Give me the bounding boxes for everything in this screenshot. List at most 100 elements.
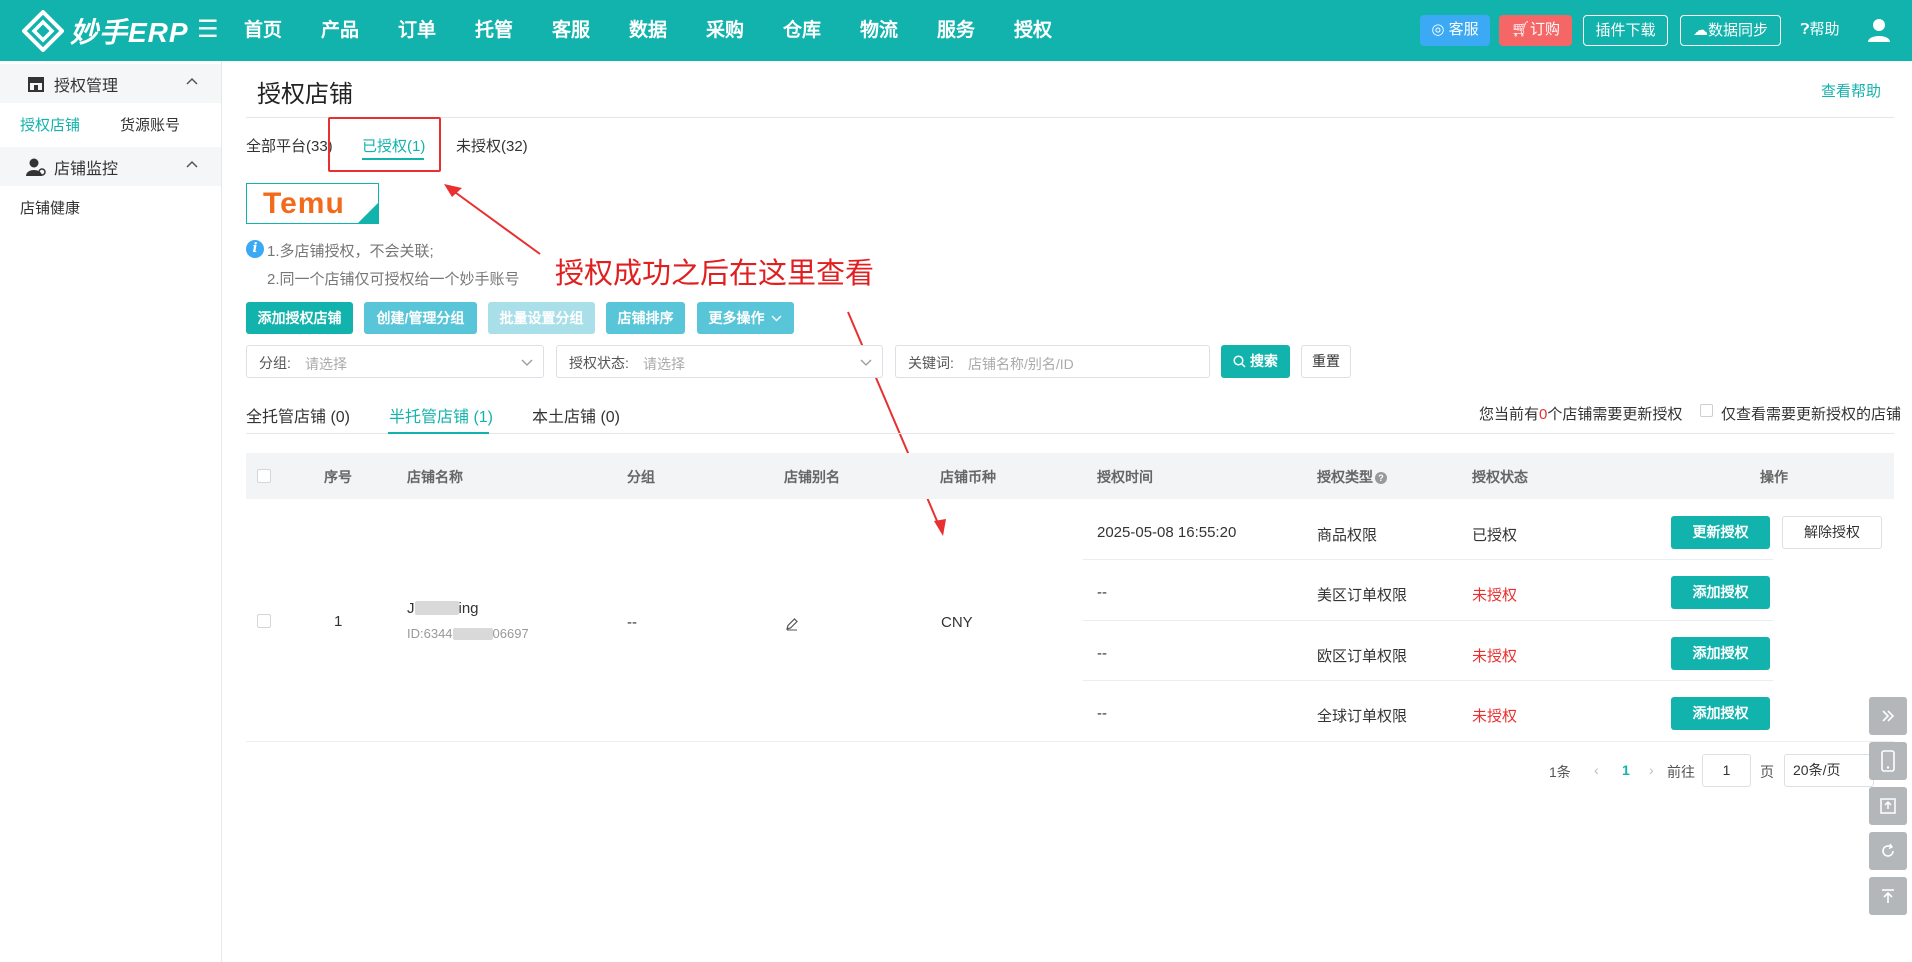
page-size-value: 20条/页 [1793,762,1841,778]
sidebar-item-store-health[interactable]: 店铺健康 [20,197,80,218]
only-update-checkbox[interactable] [1700,404,1713,417]
prev-page-icon[interactable]: ‹ [1594,762,1599,778]
nav-orders[interactable]: 订单 [398,0,475,61]
sidebar-item-supply-accounts[interactable]: 货源账号 [120,114,180,135]
store-name[interactable]: Jing [407,600,479,617]
store-name-start: J [407,600,415,617]
auth-type: 商品权限 [1317,527,1378,544]
tab-full-hosting[interactable]: 全托管店铺 (0) [246,403,350,427]
keyword-filter-label: 关键词: [908,355,954,371]
header-alias: 店铺别名 [784,469,840,485]
cloud-icon: ☁ [1692,22,1708,39]
group-select[interactable]: 分组: 请选择 [246,345,544,378]
page-number-current[interactable]: 1 [1622,762,1630,778]
nav-warehouse[interactable]: 仓库 [783,0,860,61]
auth-status: 未授权 [1472,587,1518,604]
tab-unauthorized[interactable]: 未授权(32) [456,135,528,156]
menu-toggle-icon[interactable]: ☰ [197,16,219,44]
row-divider [246,741,1894,742]
only-update-label[interactable]: 仅查看需要更新授权的店铺 [1721,403,1901,424]
auth-status: 未授权 [1472,648,1518,665]
nav-logistics[interactable]: 物流 [860,0,937,61]
question-icon[interactable]: ? [1375,472,1387,484]
double-chevron-right-icon [1882,710,1895,722]
pagination-total: 1条 [1549,764,1571,780]
nav-authorization[interactable]: 授权 [1014,0,1091,61]
nav-data[interactable]: 数据 [629,0,706,61]
keyword-field[interactable]: 关键词: 店铺名称/别名/ID [895,345,1210,378]
back-to-top-button[interactable] [1869,877,1907,915]
sidebar-group-label: 授权管理 [54,77,119,95]
mobile-button[interactable] [1869,742,1907,780]
header-auth-time: 授权时间 [1097,469,1153,485]
sidebar-group-auth-management[interactable]: 授权管理 [0,64,221,103]
plugin-download-button[interactable]: 插件下载 [1583,15,1668,46]
sidebar-item-authorized-stores[interactable]: 授权店铺 [20,114,80,135]
arrowhead-tab-icon [444,184,462,197]
goto-page-input[interactable]: 1 [1702,754,1751,787]
nav-purchase[interactable]: 采购 [706,0,783,61]
auth-time: 2025-05-08 16:55:20 [1097,524,1237,541]
row-index: 1 [334,613,343,630]
logo-icon [22,10,64,52]
add-authorized-store-button[interactable]: 添加授权店铺 [246,302,353,334]
add-auth-button[interactable]: 添加授权 [1671,576,1770,609]
search-button[interactable]: 搜索 [1221,345,1290,378]
edit-alias-icon[interactable] [785,617,799,631]
logo[interactable]: 妙手ERP [22,10,189,52]
nav-hosting[interactable]: 托管 [475,0,552,61]
arrowhead-table-icon [934,519,946,536]
add-auth-button[interactable]: 添加授权 [1671,697,1770,730]
tab-semi-hosting[interactable]: 半托管店铺 (1) [389,403,493,427]
highlight-box [328,117,441,172]
tab-all-platforms[interactable]: 全部平台(33) [246,135,333,156]
manage-groups-button[interactable]: 创建/管理分组 [364,302,477,334]
nav-services[interactable]: 服务 [937,0,1014,61]
next-page-icon[interactable]: › [1649,762,1654,778]
more-actions-label: 更多操作 [708,310,765,326]
sidebar: 授权管理 授权店铺 货源账号 店铺监控 店铺健康 [0,61,222,962]
nav-products[interactable]: 产品 [321,0,398,61]
row-checkbox[interactable] [257,614,271,628]
update-auth-button[interactable]: 更新授权 [1671,516,1770,549]
header-auth-type-label: 授权类型 [1317,469,1373,485]
data-sync-button[interactable]: ☁数据同步 [1680,15,1781,46]
store-name-end: ing [458,600,479,617]
platform-badge-temu[interactable]: Temu [246,183,379,224]
store-sort-button[interactable]: 店铺排序 [606,302,685,334]
store-group: -- [627,614,637,631]
select-all-checkbox[interactable] [257,469,271,483]
view-help-link[interactable]: 查看帮助 [1821,80,1881,101]
store-id: ID:6344 06697 [407,626,529,641]
auth-time: -- [1097,645,1107,662]
collapse-panel-button[interactable] [1869,697,1907,735]
status-placeholder: 请选择 [643,356,685,372]
header-group: 分组 [627,469,655,485]
sidebar-group-store-monitor[interactable]: 店铺监控 [0,147,221,186]
annotation-text: 授权成功之后在这里查看 [555,258,875,290]
table-header: 序号 店铺名称 分组 店铺别名 店铺币种 授权时间 授权类型? 授权状态 操作 [246,453,1894,499]
store-id-end: 06697 [492,626,529,641]
nav-home[interactable]: 首页 [244,0,321,61]
help-button[interactable]: ❓︎帮助 [1792,15,1848,46]
page-size-select[interactable]: 20条/页 [1784,754,1874,787]
user-monitor-icon [26,158,46,176]
reset-button[interactable]: 重置 [1301,345,1351,378]
add-auth-button[interactable]: 添加授权 [1671,637,1770,670]
tab-local-store[interactable]: 本土店铺 (0) [532,403,620,427]
feedback-button[interactable] [1869,787,1907,825]
nav-service[interactable]: 客服 [552,0,629,61]
revoke-auth-button[interactable]: 解除授权 [1782,516,1882,549]
auth-status-select[interactable]: 授权状态: 请选择 [556,345,883,378]
refresh-button[interactable] [1869,832,1907,870]
batch-group-button[interactable]: 批量设置分组 [488,302,595,334]
mobile-phone-icon [1881,750,1895,772]
store-id-start: ID:6344 [407,626,453,641]
more-actions-button[interactable]: 更多操作 [697,302,794,334]
user-avatar-icon[interactable] [1866,17,1892,43]
header-currency: 店铺币种 [940,469,996,485]
update-notice: 您当前有0个店铺需要更新授权 [1479,403,1682,424]
chevron-up-icon [186,160,198,168]
order-button[interactable]: 🛒︎订购 [1499,15,1572,46]
customer-service-button[interactable]: ◎ 客服 [1420,15,1490,46]
